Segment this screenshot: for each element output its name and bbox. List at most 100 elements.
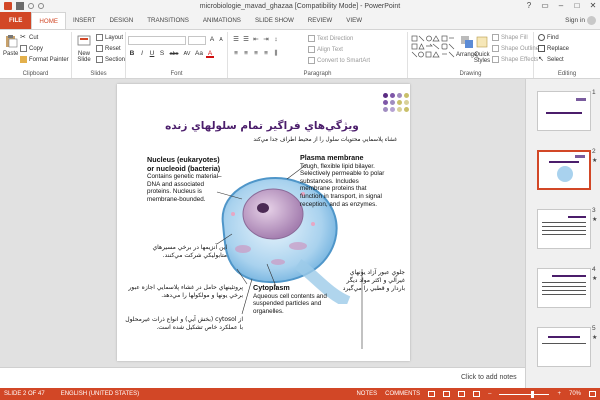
- slide-thumbnail-3[interactable]: [537, 209, 591, 249]
- new-slide-label: New Slide: [77, 51, 91, 63]
- notes-pane[interactable]: Click to add notes: [0, 367, 525, 388]
- minimize-button[interactable]: –: [556, 1, 566, 10]
- notes-placeholder: Click to add notes: [461, 374, 517, 381]
- align-right-icon[interactable]: ≡: [252, 50, 260, 58]
- numbering-icon[interactable]: ☰: [242, 36, 250, 44]
- zoom-level[interactable]: 70%: [569, 391, 581, 397]
- decrease-indent-icon[interactable]: ⇤: [252, 36, 260, 44]
- strikethrough-button[interactable]: abc: [168, 50, 180, 58]
- thumb-cell-image: [557, 166, 573, 182]
- cytosol-note[interactable]: از cytosol (بخش آبي) و انواع ذرات غيرمحل…: [125, 316, 243, 332]
- align-center-icon[interactable]: ≡: [242, 50, 250, 58]
- font-group: A A B I U S abc AV Aa A Font: [126, 32, 228, 78]
- undo-icon[interactable]: [28, 3, 34, 9]
- tab-animations[interactable]: ANIMATIONS: [196, 12, 248, 29]
- columns-icon[interactable]: ⫼: [272, 50, 280, 58]
- enzymes-note[interactable]: اين آنزيمها در برخي مسيرهاي متابوليكي شر…: [135, 244, 227, 260]
- tab-slide-show[interactable]: SLIDE SHOW: [248, 12, 301, 29]
- tab-file[interactable]: FILE: [0, 12, 32, 29]
- cut-button[interactable]: ✂ Cut: [20, 34, 38, 41]
- reading-view-icon[interactable]: [458, 391, 466, 397]
- layout-button[interactable]: Layout: [96, 34, 123, 41]
- section-button[interactable]: Section: [96, 56, 125, 63]
- font-name-combo[interactable]: [128, 36, 186, 45]
- align-text-button[interactable]: Align Text: [308, 46, 343, 53]
- tab-home[interactable]: HOME: [31, 12, 66, 29]
- sign-in-link[interactable]: Sign in: [565, 16, 596, 25]
- redo-icon[interactable]: [38, 3, 44, 9]
- convert-smartart-button[interactable]: Convert to SmartArt: [308, 57, 370, 64]
- shape-outline-button[interactable]: Shape Outline: [492, 45, 539, 52]
- shape-effects-button[interactable]: Shape Effects: [492, 56, 538, 63]
- window-title: microbiologie_mavad_ghazaa [Compatibilit…: [199, 2, 401, 10]
- zoom-slider[interactable]: [499, 390, 550, 398]
- change-case-button[interactable]: Aa: [194, 50, 204, 58]
- replace-button[interactable]: Replace: [538, 45, 569, 52]
- justify-icon[interactable]: ≡: [262, 50, 270, 58]
- shapes-gallery[interactable]: [411, 35, 455, 65]
- shape-fill-button[interactable]: Shape Fill: [492, 34, 528, 41]
- thumb-text-line: [542, 290, 586, 291]
- cytoplasm-title: Cytoplasm: [253, 283, 290, 292]
- fit-slide-icon[interactable]: [589, 391, 596, 397]
- carrier-proteins-note[interactable]: پروتئينهاي حامل در غشاء پلاسمايي اجازه ع…: [121, 284, 243, 300]
- tab-insert[interactable]: INSERT: [66, 12, 103, 29]
- help-button[interactable]: ?: [524, 1, 534, 10]
- plasma-membrane-label[interactable]: Plasma membrane Tough, flexible lipid bi…: [300, 154, 385, 208]
- select-button[interactable]: ↖ Select: [538, 56, 564, 63]
- thumb-text-line: [542, 226, 586, 227]
- text-direction-button[interactable]: Text Direction: [308, 35, 353, 42]
- zoom-out-button[interactable]: –: [488, 391, 491, 397]
- increase-indent-icon[interactable]: ⇥: [262, 36, 270, 44]
- new-slide-button[interactable]: New Slide: [74, 34, 94, 63]
- slide-editor[interactable]: ويژگي‌هاي فراگير تمام سلولهاي زنده غشاء …: [0, 79, 525, 367]
- paste-button[interactable]: Paste: [3, 34, 18, 57]
- slide-show-icon[interactable]: [473, 391, 481, 397]
- underline-button[interactable]: U: [148, 50, 156, 58]
- slide-thumbnail-5[interactable]: [537, 327, 591, 367]
- thumb-text-line: [542, 230, 586, 231]
- animation-star-icon: ★: [592, 158, 598, 164]
- ribbon-display-button[interactable]: ▭: [540, 1, 550, 10]
- font-color-button[interactable]: A: [206, 50, 214, 58]
- slide-canvas[interactable]: ويژگي‌هاي فراگير تمام سلولهاي زنده غشاء …: [117, 84, 410, 361]
- maximize-button[interactable]: □: [572, 1, 582, 10]
- clipboard-group: Paste ✂ Cut Copy Format Painter Clipboar…: [0, 32, 72, 78]
- slide-thumbnail-1[interactable]: [537, 91, 591, 131]
- zoom-in-button[interactable]: +: [557, 391, 561, 397]
- grow-font-icon[interactable]: A: [208, 36, 216, 44]
- normal-view-icon[interactable]: [428, 391, 436, 397]
- slide-sorter-icon[interactable]: [443, 391, 451, 397]
- shadow-button[interactable]: S: [158, 50, 166, 58]
- language-indicator[interactable]: ENGLISH (UNITED STATES): [61, 391, 139, 397]
- plasma-membrane-title: Plasma membrane: [300, 153, 364, 162]
- nucleus-label[interactable]: Nucleus (eukaryotes) or nucleoid (bacter…: [147, 156, 227, 204]
- tab-transitions[interactable]: TRANSITIONS: [140, 12, 196, 29]
- slide-thumbnail-4[interactable]: [537, 268, 591, 308]
- tab-review[interactable]: REVIEW: [301, 12, 339, 29]
- format-painter-button[interactable]: Format Painter: [20, 56, 69, 63]
- shrink-font-icon[interactable]: A: [217, 36, 225, 44]
- save-icon[interactable]: [16, 2, 24, 10]
- slide-thumbnail-2[interactable]: [537, 150, 591, 190]
- ribbon: Paste ✂ Cut Copy Format Painter Clipboar…: [0, 29, 600, 79]
- bullets-icon[interactable]: ☰: [232, 36, 240, 44]
- ion-barrier-note[interactable]: جلوي عبور آزاد يونهاي غيرآلي و اكثر مواد…: [335, 269, 405, 293]
- comments-toggle-button[interactable]: COMMENTS: [385, 391, 420, 397]
- tab-view[interactable]: VIEW: [339, 12, 369, 29]
- copy-button[interactable]: Copy: [20, 45, 43, 52]
- shape-effects-label: Shape Effects: [501, 56, 539, 63]
- notes-toggle-button[interactable]: NOTES: [356, 391, 377, 397]
- quick-styles-button[interactable]: Quick Styles: [474, 35, 490, 64]
- bold-button[interactable]: B: [128, 50, 136, 58]
- font-size-combo[interactable]: [188, 36, 206, 45]
- character-spacing-button[interactable]: AV: [182, 50, 192, 58]
- reset-button[interactable]: Reset: [96, 45, 121, 52]
- find-button[interactable]: Find: [538, 34, 559, 41]
- close-button[interactable]: ✕: [588, 1, 598, 10]
- italic-button[interactable]: I: [138, 50, 146, 58]
- line-spacing-icon[interactable]: ↕: [272, 36, 280, 44]
- cytoplasm-label[interactable]: Cytoplasm Aqueous cell contents and susp…: [253, 284, 333, 315]
- tab-design[interactable]: DESIGN: [103, 12, 141, 29]
- align-left-icon[interactable]: ≡: [232, 50, 240, 58]
